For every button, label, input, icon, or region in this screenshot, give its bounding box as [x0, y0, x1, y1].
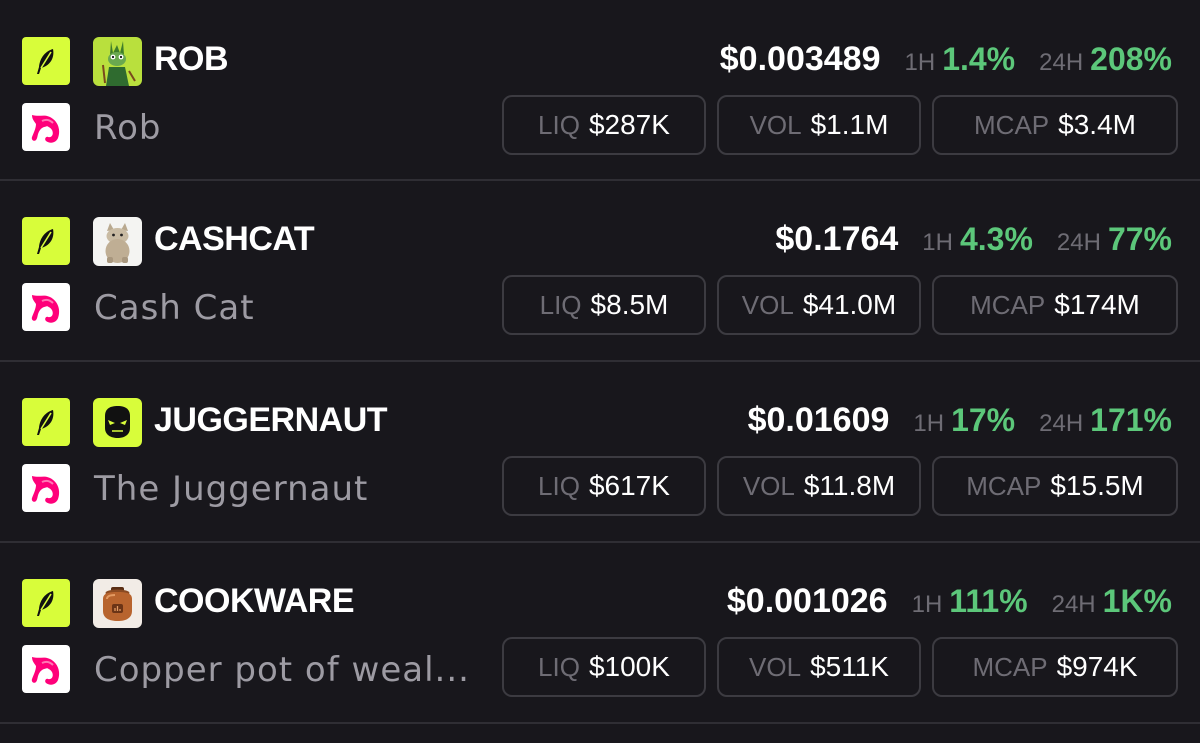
market-cap-box: MCAP $15.5M [932, 456, 1178, 516]
volume-box: VOL $41.0M [717, 275, 921, 335]
label-24h: 24H [1039, 49, 1084, 76]
liquidity-box: LIQ $287K [502, 95, 706, 155]
unicorn-icon [22, 283, 70, 331]
label-1h: 1H [913, 410, 945, 437]
token-name: Copper pot of weal... [94, 650, 470, 690]
market-cap-box: MCAP $174M [932, 275, 1178, 335]
token-symbol[interactable]: ROB [154, 40, 229, 79]
volume-box: VOL $11.8M [717, 456, 921, 516]
liq-value: $287K [588, 109, 670, 140]
token-row[interactable]: ROB Rob $0.003489 1H 1.4% 24H 208% LIQ $… [0, 0, 1200, 180]
mcap-label: MCAP [970, 289, 1046, 320]
liquidity-box: LIQ $8.5M [502, 275, 706, 335]
vol-value: $511K [810, 651, 889, 682]
volume-box: VOL $511K [717, 637, 921, 697]
token-price: $0.01609 [747, 401, 890, 439]
market-cap-box: MCAP $3.4M [932, 95, 1178, 155]
vol-label: VOL [749, 651, 802, 682]
token-price: $0.001026 [726, 582, 888, 620]
label-24h: 24H [1056, 229, 1101, 256]
liquidity-box: LIQ $100K [502, 637, 706, 697]
feather-icon [22, 398, 70, 446]
liq-label: LIQ [538, 470, 580, 501]
vol-value: $11.8M [803, 470, 896, 501]
unicorn-icon [22, 464, 70, 512]
vol-value: $1.1M [810, 109, 889, 140]
feather-icon [22, 217, 70, 265]
row-divider [0, 722, 1200, 724]
label-1h: 1H [911, 591, 943, 618]
mcap-label: MCAP [972, 651, 1048, 682]
volume-box: VOL $1.1M [717, 95, 921, 155]
token-symbol[interactable]: JUGGERNAUT [154, 401, 388, 440]
token-price: $0.003489 [719, 40, 881, 78]
liq-value: $8.5M [590, 289, 669, 320]
label-24h: 24H [1051, 591, 1096, 618]
mcap-value: $15.5M [1050, 470, 1144, 501]
change-24h: 208% [1090, 41, 1172, 77]
liquidity-box: LIQ $617K [502, 456, 706, 516]
label-24h: 24H [1039, 410, 1084, 437]
token-row[interactable]: COOKWARE Copper pot of weal... $0.001026… [0, 542, 1200, 722]
mcap-value: $174M [1054, 289, 1140, 320]
unicorn-icon [22, 645, 70, 693]
liq-label: LIQ [539, 289, 582, 320]
token-symbol[interactable]: CASHCAT [154, 220, 315, 259]
token-row[interactable]: JUGGERNAUT The Juggernaut $0.01609 1H 17… [0, 361, 1200, 541]
vol-label: VOL [742, 470, 795, 501]
price-line: $0.003489 1H 1.4% 24H 208% [720, 40, 1172, 79]
token-symbol[interactable]: COOKWARE [154, 582, 355, 621]
vol-label: VOL [741, 289, 794, 320]
change-1h: 4.3% [959, 221, 1033, 257]
token-price: $0.1764 [775, 220, 899, 258]
vol-label: VOL [749, 109, 802, 140]
token-name: Cash Cat [94, 288, 255, 328]
cat-avatar [93, 217, 142, 266]
feather-icon [22, 579, 70, 627]
token-row[interactable]: CASHCAT Cash Cat $0.1764 1H 4.3% 24H 77%… [0, 180, 1200, 360]
change-1h: 111% [949, 583, 1028, 619]
label-1h: 1H [922, 229, 953, 256]
frog-archer-avatar [93, 37, 142, 86]
token-name: Rob [94, 108, 162, 148]
price-line: $0.01609 1H 17% 24H 171% [748, 401, 1172, 440]
change-1h: 1.4% [942, 41, 1016, 77]
token-name: The Juggernaut [94, 469, 369, 509]
change-24h: 1K% [1102, 583, 1172, 619]
feather-icon [22, 37, 70, 85]
liq-label: LIQ [538, 651, 580, 682]
liq-label: LIQ [538, 109, 580, 140]
mcap-value: $974K [1056, 651, 1138, 682]
mcap-value: $3.4M [1058, 109, 1136, 140]
copper-pot-avatar [93, 579, 142, 628]
vol-value: $41.0M [802, 289, 897, 320]
juggernaut-avatar [93, 398, 142, 447]
change-1h: 17% [951, 402, 1016, 438]
price-line: $0.001026 1H 111% 24H 1K% [727, 582, 1172, 621]
mcap-label: MCAP [966, 470, 1042, 501]
change-24h: 171% [1090, 402, 1172, 438]
label-1h: 1H [904, 49, 936, 76]
change-24h: 77% [1107, 221, 1172, 257]
price-line: $0.1764 1H 4.3% 24H 77% [775, 220, 1172, 259]
liq-value: $617K [588, 470, 670, 501]
liq-value: $100K [588, 651, 670, 682]
mcap-label: MCAP [974, 109, 1050, 140]
unicorn-icon [22, 103, 70, 151]
market-cap-box: MCAP $974K [932, 637, 1178, 697]
